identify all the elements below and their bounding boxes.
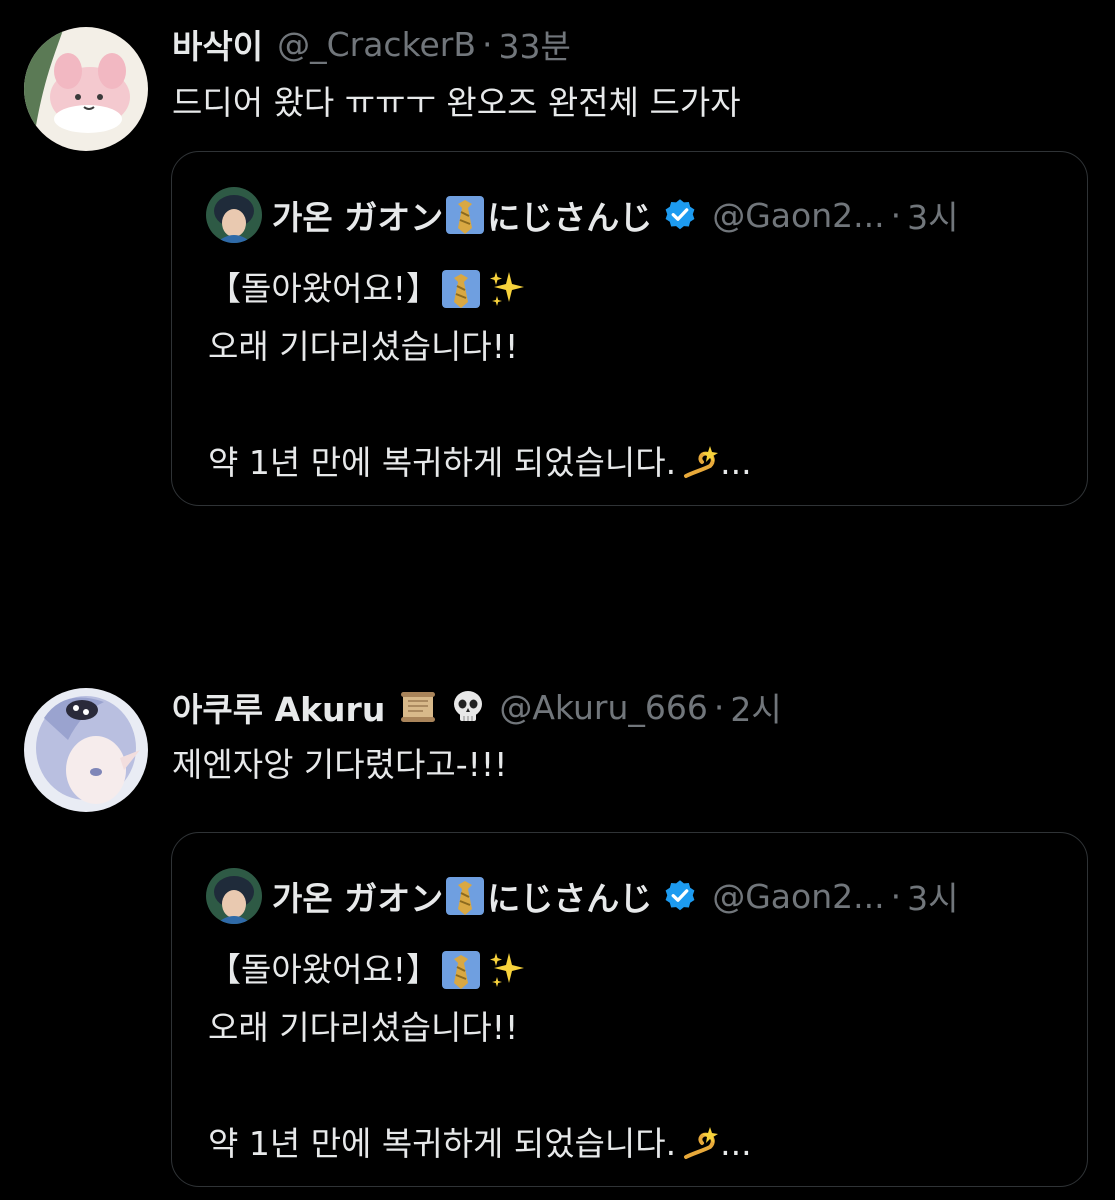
quote-text: 【돌아왔어요!】 오래 기다리셨습니다!! 약 1년 만에 복귀하게 되었습니다… (208, 260, 752, 492)
timestamp[interactable]: 33분 (499, 20, 571, 68)
quote-avatar (206, 187, 262, 243)
quote-display-name: 가온 ガオン (272, 198, 444, 237)
quote-line: 오래 기다리셨습니다!! (208, 318, 752, 376)
quote-line: 【돌아왔어요!】 (208, 260, 752, 318)
quote-handle: @Gaon2... (712, 195, 885, 235)
timestamp[interactable]: 2시 (730, 683, 781, 731)
tweet-text: 제엔자앙 기다렸다고-!!! (172, 745, 508, 784)
necktie-emoji (442, 270, 481, 308)
quote-line: 약 1년 만에 복귀하게 되었습니다. ... (208, 434, 752, 492)
skull-emoji (454, 691, 483, 721)
tweet[interactable]: 아쿠루 Akuru @Akuru_666 · 2시 제엔자앙 기다렸다고-!!! (0, 680, 1115, 1200)
separator-dot: · (890, 876, 902, 916)
quote-name-suffix: にじさんじ (487, 198, 653, 237)
quote-line: 약 1년 만에 복귀하게 되었습니다. ... (208, 1115, 752, 1173)
quote-avatar (206, 868, 262, 924)
ellipsis: ... (720, 1124, 752, 1163)
quote-tweet-card[interactable]: 가온 ガオン にじさんじ @Gaon2... · 3시 【돌아왔어요!】 오래 … (171, 832, 1088, 1187)
handle[interactable]: @_CrackerB (277, 25, 476, 64)
quote-line-text: 약 1년 만에 복귀하게 되었습니다. (208, 1124, 677, 1163)
quote-text: 【돌아왔어요!】 오래 기다리셨습니다!! 약 1년 만에 복귀하게 되었습니다… (208, 941, 752, 1173)
verified-badge-icon (665, 199, 695, 230)
tweet-text: 드디어 왔다 ㅠㅠㅜ 완오즈 완전체 드가자 (172, 83, 741, 122)
ellipsis: ... (720, 443, 752, 482)
quote-blank-line (208, 1057, 752, 1115)
necktie-emoji (446, 196, 485, 234)
sparkles-emoji (490, 953, 525, 987)
dizzy-emoji (684, 1127, 719, 1159)
quote-display-name: 가온 ガオン (272, 879, 444, 918)
quote-header: 가온 ガオン にじさんじ @Gaon2... · 3시 (206, 868, 959, 924)
tweet-header: 아쿠루 Akuru @Akuru_666 · 2시 (172, 683, 782, 731)
quote-handle: @Gaon2... (712, 876, 885, 916)
quote-line-text: 오래 기다리셨습니다!! (208, 327, 519, 366)
quote-line-text: 【돌아왔어요!】 (208, 269, 440, 308)
separator-dot: · (890, 195, 902, 235)
scroll-emoji (401, 692, 436, 722)
avatar[interactable] (24, 27, 148, 151)
quote-line-text: 오래 기다리셨습니다!! (208, 1008, 519, 1047)
quote-timestamp: 3시 (907, 198, 959, 237)
tweet[interactable]: 바삭이 @_CrackerB · 33분 드디어 왔다 ㅠㅠㅜ 완오즈 완전체 … (0, 0, 1115, 560)
handle[interactable]: @Akuru_666 (499, 688, 708, 727)
quote-line-text: 약 1년 만에 복귀하게 되었습니다. (208, 443, 677, 482)
quote-line: 【돌아왔어요!】 (208, 941, 752, 999)
display-name[interactable]: 바삭이 (172, 20, 263, 68)
necktie-emoji (446, 877, 485, 915)
quote-header: 가온 ガオン にじさんじ @Gaon2... · 3시 (206, 187, 959, 243)
verified-badge-icon (665, 880, 695, 911)
quote-timestamp: 3시 (907, 879, 959, 918)
quote-blank-line (208, 376, 752, 434)
tweet-header: 바삭이 @_CrackerB · 33분 (172, 20, 571, 68)
quote-tweet-card[interactable]: 가온 ガオン にじさんじ @Gaon2... · 3시 【돌아왔어요!】 오래 … (171, 151, 1088, 506)
separator-dot: · (713, 687, 725, 727)
quote-line: 오래 기다리셨습니다!! (208, 999, 752, 1057)
display-name[interactable]: 아쿠루 Akuru (172, 683, 385, 731)
sparkles-emoji (490, 272, 525, 306)
dizzy-emoji (684, 446, 719, 478)
avatar[interactable] (24, 688, 148, 812)
separator-dot: · (482, 24, 493, 64)
necktie-emoji (442, 951, 481, 989)
quote-line-text: 【돌아왔어요!】 (208, 950, 440, 989)
quote-name-suffix: にじさんじ (487, 879, 653, 918)
